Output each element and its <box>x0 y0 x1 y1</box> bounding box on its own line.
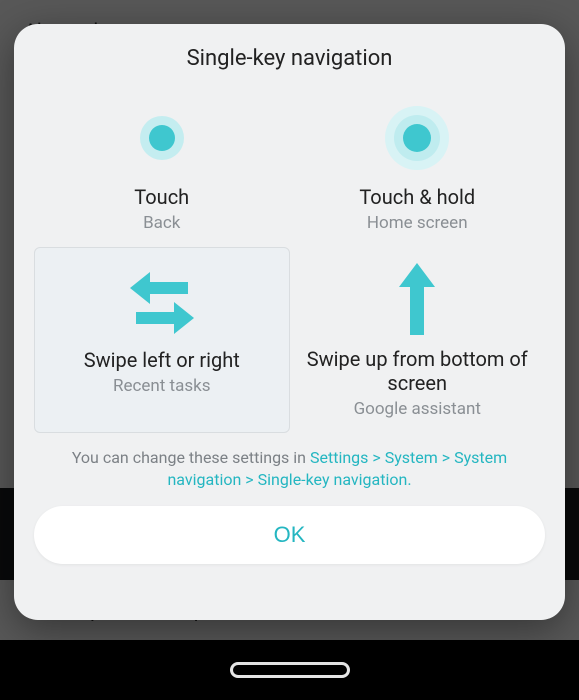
nav-pill-icon[interactable] <box>230 662 350 678</box>
gesture-subtitle: Back <box>143 213 180 233</box>
dialog-info-text: You can change these settings in Setting… <box>34 447 545 490</box>
gesture-subtitle: Home screen <box>367 213 468 233</box>
gesture-title: Touch & hold <box>359 185 475 209</box>
dialog-title: Single-key navigation <box>34 46 545 71</box>
touch-icon <box>40 95 284 181</box>
ok-button[interactable]: OK <box>34 506 545 564</box>
gesture-title: Swipe left or right <box>84 348 240 372</box>
gesture-grid: Touch Back Touch & hold Home screen <box>34 85 545 433</box>
gesture-touch: Touch Back <box>34 85 290 247</box>
navigation-bar <box>0 640 579 700</box>
gesture-title: Touch <box>134 185 189 209</box>
gesture-subtitle: Google assistant <box>354 399 481 419</box>
touch-hold-icon <box>296 95 540 181</box>
gesture-swipe-lr: Swipe left or right Recent tasks <box>34 247 290 433</box>
gesture-touch-hold: Touch & hold Home screen <box>290 85 546 247</box>
swipe-left-right-icon <box>41 258 283 344</box>
gesture-subtitle: Recent tasks <box>113 376 211 396</box>
gesture-swipe-up: Swipe up from bottom of screen Google as… <box>290 247 546 433</box>
gesture-title: Swipe up from bottom of screen <box>296 347 540 395</box>
swipe-up-icon <box>296 257 540 343</box>
single-key-navigation-dialog: Single-key navigation Touch Back Touch &… <box>14 24 565 620</box>
